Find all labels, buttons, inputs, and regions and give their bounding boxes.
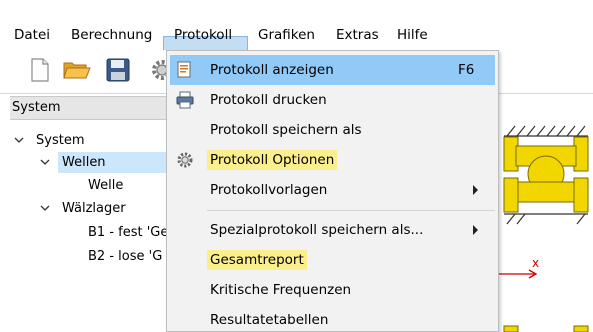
tree-item-waelzlager[interactable]: Wälzlager [62,198,126,219]
menu-item-resultatetabellen[interactable]: Resultatetabellen [167,305,498,331]
save-disk-icon[interactable] [104,56,132,84]
tree-item-system[interactable]: System [36,130,84,151]
submenu-arrow-icon [473,185,478,195]
tree-item-wellen[interactable]: Wellen [62,152,106,173]
menu-item-gesamtreport[interactable]: Gesamtreport [167,245,498,275]
menu-item-label: Protokoll drucken [210,92,327,108]
menu-berechnung[interactable]: Berechnung [71,24,152,46]
menu-item-label: Resultatetabellen [210,312,329,328]
gear-icon [176,151,194,169]
menu-datei[interactable]: Datei [14,24,50,46]
axis-label-x: x [532,256,540,270]
report-view-icon [176,61,194,79]
chevron-down-icon[interactable] [12,130,26,151]
tree-item-welle[interactable]: Welle [88,175,123,196]
menu-item-protokoll-optionen[interactable]: Protokoll Optionen [167,145,498,175]
menu-item-label: Protokoll anzeigen [210,62,334,78]
menu-item-label: Spezialprotokoll speichern als... [210,222,424,238]
menu-item-kritische-frequenzen[interactable]: Kritische Frequenzen [167,275,498,305]
menu-item-spezialprotokoll-speichern-als[interactable]: Spezialprotokoll speichern als... [167,215,498,245]
tree-item-bearing-b2[interactable]: B2 - lose 'G [88,246,162,267]
menu-item-label: Kritische Frequenzen [210,282,352,298]
printer-icon [176,91,194,109]
menu-bar: Datei Berechnung Protokoll Grafiken Extr… [0,18,593,71]
open-folder-icon[interactable] [62,56,91,84]
new-document-icon[interactable] [26,56,54,84]
tree-item-bearing-b1[interactable]: B1 - fest 'Ge [88,222,168,243]
menu-extras[interactable]: Extras [336,24,379,46]
menu-item-protokoll-speichern-als[interactable]: Protokoll speichern als [167,115,498,145]
menu-item-label: Protokoll Optionen [207,150,338,170]
shortcut-label: F6 [458,62,475,78]
submenu-arrow-icon [473,225,478,235]
system-panel-header: System [10,96,170,120]
menu-separator [207,210,495,211]
menu-grafiken[interactable]: Grafiken [258,24,315,46]
menu-item-protokoll-drucken[interactable]: Protokoll drucken [167,85,498,115]
chevron-down-icon[interactable] [38,152,52,173]
menu-item-label: Protokoll speichern als [210,122,362,138]
panel-title: System [12,100,61,115]
menu-item-protokoll-anzeigen[interactable]: Protokoll anzeigen F6 [167,55,498,85]
shaft-drawing-canvas: x [492,96,593,332]
bearing-drawing [492,125,589,332]
menu-hilfe[interactable]: Hilfe [397,24,428,46]
menu-item-protokollvorlagen[interactable]: Protokollvorlagen [167,175,498,205]
menu-item-label: Protokollvorlagen [210,182,328,198]
menu-item-label: Gesamtreport [207,250,307,270]
menu-protokoll[interactable]: Protokoll [174,24,232,46]
chevron-down-icon[interactable] [38,198,52,219]
protokoll-dropdown-menu: Protokoll anzeigen F6 Protokoll drucken … [166,50,499,332]
